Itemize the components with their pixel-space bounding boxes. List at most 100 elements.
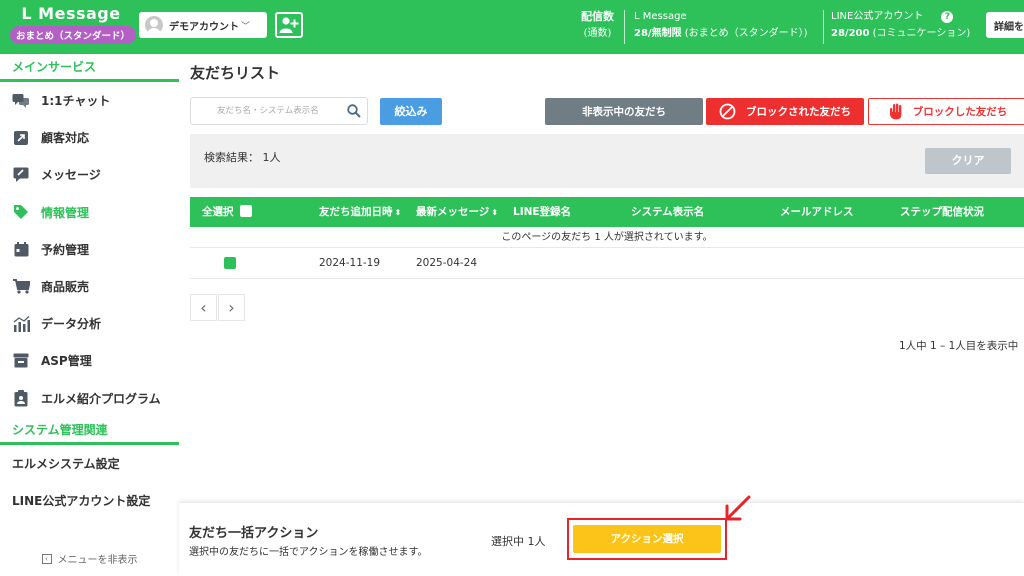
- sidebar-item-label: メッセージ: [41, 168, 101, 183]
- sidebar-item-customer[interactable]: 顧客対応: [0, 119, 179, 156]
- column-email: メールアドレス: [780, 206, 854, 218]
- pagination: ‹ ›: [190, 294, 246, 321]
- top-header: L Message おまとめ（スタンダード） デモアカウント ﹀ 配信数 (通数…: [0, 0, 1024, 54]
- sidebar: メインサービス 1:1チャット 顧客対応 メッセージ 情報管理 予約管理 商品販: [0, 54, 179, 576]
- hidden-friends-button[interactable]: 非表示中の友だち: [545, 98, 703, 125]
- selected-count: 選択中 1人: [491, 535, 546, 548]
- filter-button[interactable]: 絞込み: [380, 98, 442, 125]
- cell-added-at: 2024-11-19: [319, 257, 381, 269]
- search-result-count: 検索結果： 1人: [204, 151, 281, 164]
- account-avatar-icon: [145, 16, 163, 34]
- column-added-at[interactable]: 友だち追加日時 ⬍: [319, 197, 401, 227]
- account-name: デモアカウント: [169, 21, 239, 33]
- search-result-panel: 検索結果： 1人 クリア: [190, 134, 1024, 188]
- sidebar-item-label: 予約管理: [41, 242, 90, 257]
- column-label: 最新メッセージ: [416, 206, 490, 218]
- sidebar-item-message[interactable]: メッセージ: [0, 156, 179, 193]
- selection-notice: このページの友だち 1 人が選択されています。: [190, 227, 1024, 248]
- sidebar-item-analytics[interactable]: データ分析: [0, 305, 179, 342]
- prev-page-button[interactable]: ‹: [190, 294, 217, 321]
- hide-menu-button[interactable]: ‹ メニューを非表示: [0, 551, 179, 566]
- row-checkbox[interactable]: [224, 257, 236, 269]
- plan-badge: おまとめ（スタンダード）: [10, 26, 137, 44]
- search-box[interactable]: [190, 97, 368, 125]
- page-title: 友だちリスト: [190, 64, 281, 82]
- asp-icon: [12, 352, 30, 370]
- line-account-stat: LINE公式アカウント? 28/200 (コミュニケーション): [831, 8, 970, 42]
- help-icon[interactable]: ?: [941, 11, 954, 23]
- sidebar-item-line-settings[interactable]: LINE公式アカウント設定: [0, 482, 179, 519]
- lmessage-plan: (おまとめ（スタンダード）): [684, 28, 808, 39]
- sort-icon: ⬍: [491, 208, 498, 217]
- select-all-header[interactable]: 全選択: [202, 197, 252, 227]
- sidebar-item-asp[interactable]: ASP管理: [0, 342, 179, 379]
- add-friend-button[interactable]: [275, 12, 303, 38]
- chevron-left-icon: ‹: [200, 298, 207, 317]
- brand-name: L Message: [21, 4, 121, 23]
- chevron-down-icon: ﹀: [241, 21, 251, 32]
- sidebar-item-label: 商品販売: [41, 280, 90, 295]
- line-title: LINE公式アカウント: [831, 11, 924, 22]
- sidebar-item-label: 顧客対応: [41, 131, 90, 146]
- sidebar-item-label: ASP管理: [41, 354, 92, 369]
- sort-icon: ⬍: [394, 208, 402, 217]
- column-line-name: LINE登録名: [513, 206, 572, 218]
- sidebar-item-reservation[interactable]: 予約管理: [0, 231, 179, 268]
- search-input[interactable]: [191, 98, 341, 124]
- action-select-button[interactable]: アクション選択: [573, 525, 721, 553]
- bulk-action-bar: 友だち一括アクション 選択中の友だちに一括でアクションを稼働させます。 選択中 …: [179, 503, 1024, 576]
- badge-icon: [12, 389, 30, 407]
- blocked-friends-button[interactable]: ブロックした友だち: [868, 98, 1024, 125]
- cell-latest-message: 2025-04-24: [416, 257, 478, 269]
- calendar-icon: [12, 240, 30, 258]
- delivery-label: 配信数: [581, 10, 614, 23]
- column-step-status: ステップ配信状況: [900, 206, 984, 218]
- select-all-checkbox[interactable]: [239, 205, 252, 217]
- line-plan: (コミュニケーション): [872, 28, 971, 39]
- prohibited-icon: [719, 103, 736, 120]
- table-row[interactable]: 2024-11-19 2025-04-24: [190, 248, 1024, 279]
- blocked-by-friends-label: ブロックされた友だち: [746, 106, 851, 118]
- collapse-icon: ‹: [41, 553, 52, 564]
- detail-button[interactable]: 詳細を: [986, 12, 1024, 38]
- account-select[interactable]: デモアカウント ﹀: [139, 12, 267, 38]
- analytics-icon: [12, 315, 30, 333]
- tag-icon: [12, 203, 30, 221]
- next-page-button[interactable]: ›: [218, 294, 245, 321]
- hide-menu-label: メニューを非表示: [57, 555, 138, 566]
- page-info: 1人中 1 – 1人目を表示中: [899, 340, 1019, 352]
- bulk-action-title: 友だち一括アクション: [189, 526, 319, 541]
- system-section: システム管理関連: [0, 417, 179, 445]
- sidebar-item-label: エルメ紹介プログラム: [41, 391, 161, 406]
- clear-button[interactable]: クリア: [925, 148, 1011, 174]
- main-content: 友だちリスト 絞込み 非表示中の友だち ブロックされた友だち ブロックした友だち…: [179, 54, 1024, 503]
- brand[interactable]: L Message おまとめ（スタンダード）: [10, 4, 137, 44]
- sidebar-item-info-management[interactable]: 情報管理: [0, 194, 179, 231]
- blocked-friends-label: ブロックした友だち: [912, 106, 1008, 118]
- sidebar-item-system-settings[interactable]: エルメシステム設定: [0, 445, 179, 482]
- divider: [624, 10, 625, 44]
- chevron-right-icon: ›: [228, 298, 235, 317]
- lmessage-stat: L Message 28/無制限 (おまとめ（スタンダード）): [634, 8, 808, 42]
- annotation-arrow-icon: [725, 495, 751, 521]
- hand-stop-icon: [889, 103, 903, 120]
- main-service-section: メインサービス: [0, 54, 179, 82]
- sidebar-item-product-sales[interactable]: 商品販売: [0, 268, 179, 305]
- lmessage-title: L Message: [634, 11, 687, 22]
- table-header: 全選択 友だち追加日時 ⬍ 最新メッセージ ⬍ LINE登録名 システム表示名 メー…: [190, 197, 1024, 227]
- column-label: 友だち追加日時: [319, 206, 393, 218]
- select-all-label: 全選択: [202, 206, 234, 218]
- column-latest-message[interactable]: 最新メッセージ ⬍: [416, 197, 498, 227]
- expand-arrow-icon: [12, 129, 30, 147]
- line-value: 28/200: [831, 28, 870, 39]
- chat-icon: [12, 92, 30, 110]
- sidebar-item-chat[interactable]: 1:1チャット: [0, 82, 179, 119]
- bulk-action-description: 選択中の友だちに一括でアクションを稼働させます。: [189, 547, 428, 558]
- column-system-name: システム表示名: [631, 206, 705, 218]
- cart-icon: [12, 278, 30, 296]
- search-icon[interactable]: [347, 104, 361, 121]
- message-edit-icon: [12, 166, 30, 184]
- sidebar-item-referral[interactable]: エルメ紹介プログラム: [0, 380, 179, 417]
- blocked-by-friends-button[interactable]: ブロックされた友だち: [706, 98, 864, 125]
- delivery-sub: (通数): [583, 28, 612, 39]
